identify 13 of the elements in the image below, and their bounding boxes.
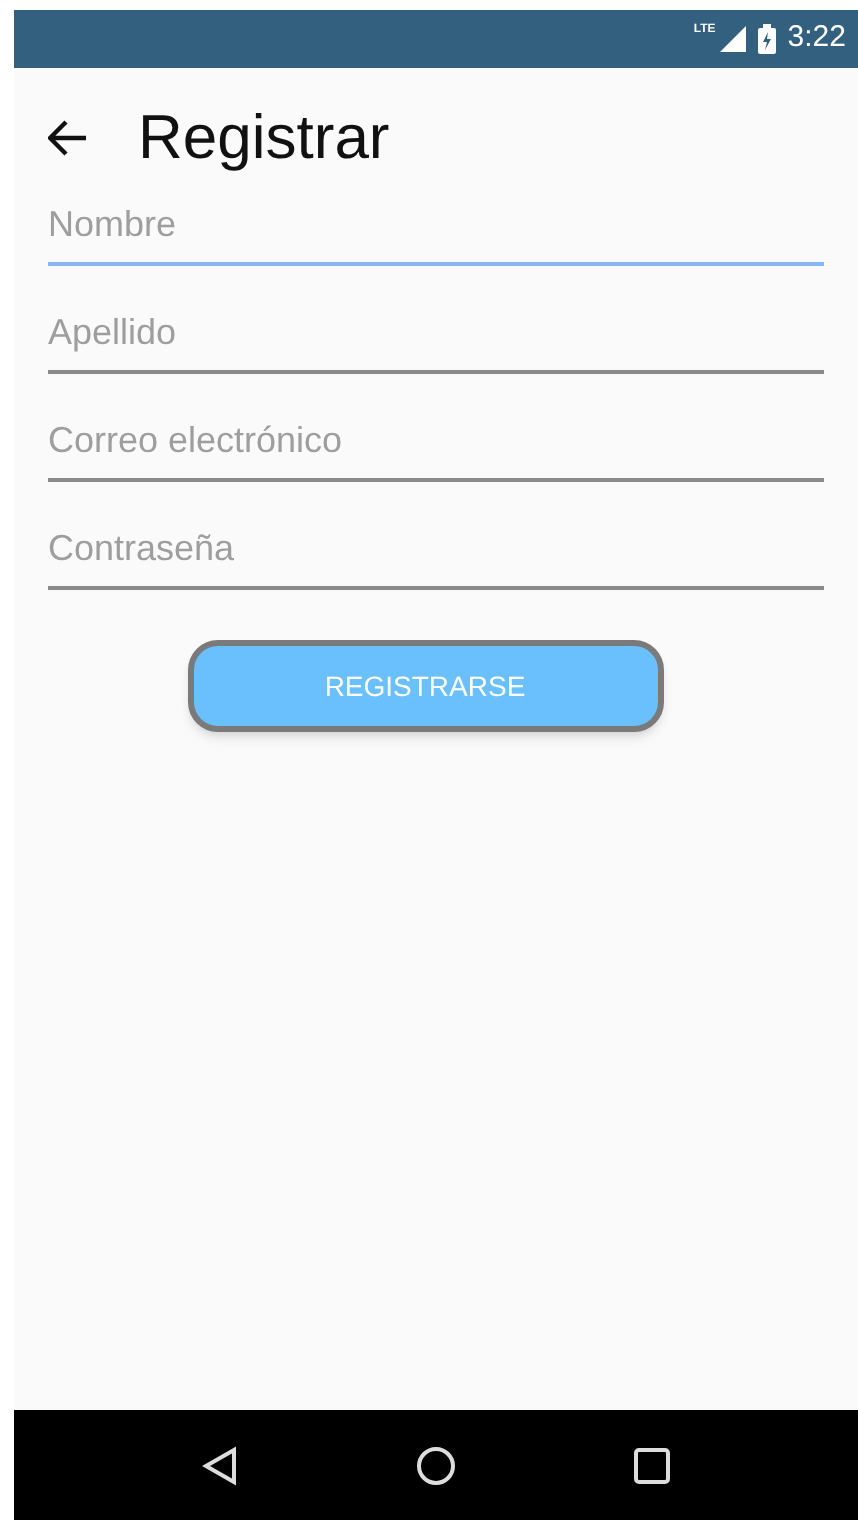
- text-field[interactable]: Apellido: [48, 296, 824, 374]
- home-nav-icon[interactable]: [415, 1445, 456, 1485]
- text-field[interactable]: Nombre: [48, 188, 824, 266]
- back-nav-icon[interactable]: [202, 1445, 239, 1485]
- register-button[interactable]: REGISTRARSE: [187, 640, 663, 732]
- back-arrow-icon: [48, 120, 88, 156]
- text-field[interactable]: Contraseña: [48, 512, 824, 590]
- clock-time: 3:22: [787, 18, 846, 59]
- battery-icon: [757, 24, 776, 54]
- recents-nav-icon[interactable]: [633, 1447, 670, 1483]
- page-title: Registrar: [138, 99, 390, 176]
- signal-icon: [719, 26, 746, 52]
- text-field[interactable]: Correo electrónico: [48, 404, 824, 482]
